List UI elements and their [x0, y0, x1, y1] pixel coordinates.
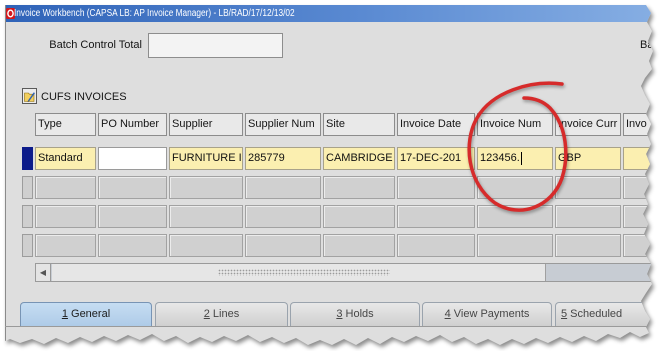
- invo-field[interactable]: [623, 147, 653, 170]
- folder-edit-icon[interactable]: [22, 88, 37, 104]
- invo-field[interactable]: [623, 176, 653, 199]
- tab-lines[interactable]: 2 Lines: [155, 302, 288, 326]
- column-header-type[interactable]: Type: [35, 113, 96, 136]
- invoice-date-field[interactable]: 17-DEC-201: [397, 147, 475, 170]
- invoice-workbench-window: Invoice Workbench (CAPSA LB: AP Invoice …: [5, 5, 654, 345]
- column-header-invo[interactable]: Invo: [623, 113, 653, 136]
- tab-general[interactable]: 1 General: [20, 302, 152, 326]
- invoice-num-value: 123456.: [480, 152, 520, 164]
- batch-control-total-label: Batch Control Total: [49, 39, 142, 51]
- site-field[interactable]: [323, 176, 395, 199]
- tab-label: 5 Scheduled: [561, 308, 623, 320]
- tab-label: 3 Holds: [336, 308, 374, 320]
- invoice-curr-field[interactable]: [555, 176, 621, 199]
- window-left-border: [5, 5, 6, 341]
- supplier-num-field[interactable]: [245, 176, 321, 199]
- invoice-curr-field[interactable]: [555, 234, 621, 257]
- supplier-field[interactable]: [169, 234, 243, 257]
- invoice-num-field[interactable]: [477, 205, 553, 228]
- scrollbar-thumb[interactable]: [52, 264, 546, 281]
- window-title: Invoice Workbench (CAPSA LB: AP Invoice …: [14, 8, 295, 19]
- supplier-field[interactable]: FURNITURE I: [169, 147, 243, 170]
- invoice-date-field[interactable]: [397, 205, 475, 228]
- text-cursor: [520, 151, 522, 165]
- type-field[interactable]: [35, 234, 96, 257]
- record-indicator[interactable]: [22, 176, 33, 199]
- invoice-date-field[interactable]: [397, 176, 475, 199]
- supplier-num-field[interactable]: [245, 234, 321, 257]
- tab-content-border: [5, 326, 653, 327]
- po-number-field[interactable]: [98, 176, 167, 199]
- tab-label: 1 General: [61, 308, 111, 320]
- tab-label: 2 Lines: [203, 308, 240, 320]
- site-field[interactable]: [323, 205, 395, 228]
- invo-field[interactable]: [623, 234, 653, 257]
- record-indicator[interactable]: [22, 234, 33, 257]
- invoice-num-field[interactable]: [477, 176, 553, 199]
- scroll-left-button[interactable]: ◀: [36, 264, 51, 281]
- block-title: CUFS INVOICES: [41, 91, 127, 103]
- arrow-left-icon: ◀: [39, 268, 47, 277]
- batch-control-total-field[interactable]: [148, 33, 283, 58]
- invoice-curr-field[interactable]: GBP: [555, 147, 621, 170]
- invo-field[interactable]: [623, 205, 653, 228]
- column-header-invoice-date[interactable]: Invoice Date: [397, 113, 475, 136]
- column-header-supplier[interactable]: Supplier: [169, 113, 243, 136]
- column-header-supplier-num[interactable]: Supplier Num: [245, 113, 321, 136]
- horizontal-scrollbar[interactable]: ◀: [35, 263, 653, 282]
- invoice-num-field[interactable]: [477, 234, 553, 257]
- site-field[interactable]: CAMBRIDGE: [323, 147, 395, 170]
- po-number-field[interactable]: [98, 205, 167, 228]
- type-field[interactable]: [35, 176, 96, 199]
- column-header-po-number[interactable]: PO Number: [98, 113, 167, 136]
- column-header-invoice-curr[interactable]: Invoice Curr: [555, 113, 621, 136]
- invoice-curr-field[interactable]: [555, 205, 621, 228]
- supplier-field[interactable]: [169, 205, 243, 228]
- tab-view-payments[interactable]: 4 View Payments: [422, 302, 552, 326]
- invoice-num-field[interactable]: 123456.: [477, 147, 553, 170]
- record-indicator-current[interactable]: [22, 147, 33, 170]
- type-field[interactable]: Standard: [35, 147, 96, 170]
- title-bar: Invoice Workbench (CAPSA LB: AP Invoice …: [5, 5, 653, 22]
- batch-label-partial: Ba: [640, 39, 654, 51]
- invoice-date-field[interactable]: [397, 234, 475, 257]
- site-field[interactable]: [323, 234, 395, 257]
- column-header-invoice-num[interactable]: Invoice Num: [477, 113, 553, 136]
- column-header-site[interactable]: Site: [323, 113, 395, 136]
- supplier-num-field[interactable]: 285779: [245, 147, 321, 170]
- tab-scheduled-payments[interactable]: 5 Scheduled: [555, 302, 653, 326]
- po-number-field[interactable]: [98, 234, 167, 257]
- record-indicator[interactable]: [22, 205, 33, 228]
- po-number-field[interactable]: [98, 147, 167, 170]
- tab-label: 4 View Payments: [444, 308, 530, 320]
- tab-holds[interactable]: 3 Holds: [290, 302, 420, 326]
- supplier-field[interactable]: [169, 176, 243, 199]
- thumb-grip: [218, 269, 390, 276]
- window-shadow: Invoice Workbench (CAPSA LB: AP Invoice …: [0, 0, 659, 351]
- supplier-num-field[interactable]: [245, 205, 321, 228]
- type-field[interactable]: [35, 205, 96, 228]
